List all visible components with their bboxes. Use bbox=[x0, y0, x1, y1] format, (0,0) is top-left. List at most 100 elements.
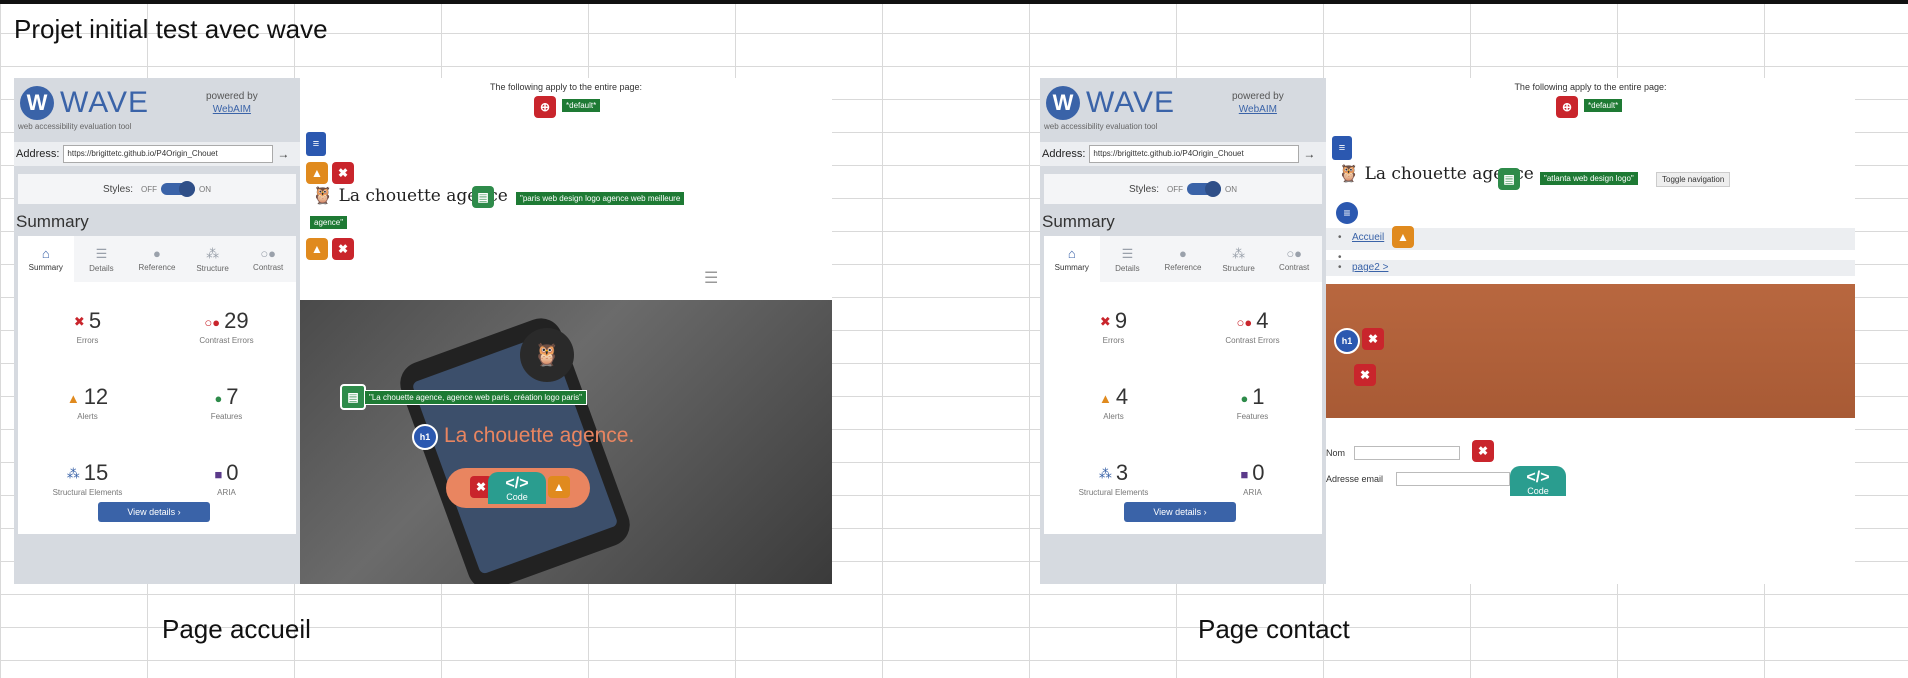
contrast-icon: ○● bbox=[1286, 246, 1303, 261]
info-icon: ● bbox=[153, 246, 161, 261]
feature-icon: ● bbox=[214, 390, 223, 406]
alert-icon[interactable]: ▲ bbox=[548, 476, 570, 498]
powered-by-text: powered by bbox=[206, 91, 258, 102]
tab-summary[interactable]: ⌂ Summary bbox=[18, 236, 74, 282]
tab-details[interactable]: ☰ Details bbox=[1100, 236, 1156, 282]
apply-text: The following apply to the entire page: bbox=[1514, 82, 1667, 92]
input-nom[interactable] bbox=[1354, 446, 1460, 460]
styles-toggle-row: Styles: OFF ON bbox=[18, 174, 296, 204]
info-icon: ● bbox=[1179, 246, 1187, 261]
address-row: Address: https://brigittetc.github.io/P4… bbox=[14, 142, 300, 166]
wave-sidebar: W WAVE web accessibility evaluation tool… bbox=[14, 78, 300, 584]
contrast-icon: ○● bbox=[260, 246, 277, 261]
hero-alt-label: "La chouette agence, agence web paris, c… bbox=[364, 390, 587, 405]
address-label: Address: bbox=[16, 148, 60, 160]
document-icon[interactable]: ≡ bbox=[1332, 136, 1352, 160]
wave-tabs: ⌂ Summary ☰ Details ● Reference ⁂ Structure … bbox=[1044, 236, 1322, 282]
styles-off: OFF bbox=[141, 184, 157, 194]
summary-title: Summary bbox=[1042, 212, 1115, 231]
h1-badge[interactable]: h1 bbox=[412, 424, 438, 450]
document-icon[interactable]: ≡ bbox=[306, 132, 326, 156]
structure-icon: ⁂ bbox=[206, 245, 220, 261]
sheet-title: Projet initial test avec wave bbox=[14, 14, 328, 44]
tab-summary[interactable]: ⌂ Summary bbox=[1044, 236, 1100, 282]
bullet: • bbox=[1338, 232, 1342, 243]
address-row: Address: https://brigittetc.github.io/P4… bbox=[1040, 142, 1326, 166]
tab-structure[interactable]: ⁂ Structure bbox=[185, 236, 241, 282]
stat-label: Alerts bbox=[77, 412, 98, 421]
label-error-icon[interactable]: ✖ bbox=[1472, 440, 1494, 462]
alert-icon[interactable]: ▲ bbox=[1392, 226, 1414, 248]
wave-subtitle: web accessibility evaluation tool bbox=[18, 122, 132, 131]
error-icon[interactable]: ✖ bbox=[1354, 364, 1376, 386]
owl-logo-icon: 🦉 bbox=[520, 328, 574, 382]
list-icon[interactable]: ≡ bbox=[1336, 202, 1358, 224]
tab-details[interactable]: ☰ Details bbox=[74, 236, 130, 282]
styles-off: OFF bbox=[1167, 184, 1183, 194]
alt-text-icon[interactable]: ▤ bbox=[340, 384, 366, 410]
alt-text-label: "atlanta web design logo" bbox=[1540, 172, 1638, 185]
styles-toggle[interactable] bbox=[1187, 181, 1221, 197]
wave-subtitle: web accessibility evaluation tool bbox=[1044, 122, 1158, 131]
webaim-link[interactable]: WebAIM bbox=[1232, 103, 1284, 116]
language-error-icon[interactable]: ⊕ bbox=[534, 96, 556, 118]
h1-badge[interactable]: h1 bbox=[1334, 328, 1360, 354]
wave-screenshot-accueil: W WAVE web accessibility evaluation tool… bbox=[14, 78, 832, 584]
address-input[interactable]: https://brigittetc.github.io/P4Origin_Ch… bbox=[63, 145, 274, 163]
address-input[interactable]: https://brigittetc.github.io/P4Origin_Ch… bbox=[1089, 145, 1300, 163]
stat-value: 15 bbox=[83, 460, 109, 485]
stat-value: 29 bbox=[224, 308, 249, 333]
error-icon[interactable]: ✖ bbox=[332, 162, 354, 184]
alert-icon[interactable]: ▲ bbox=[306, 162, 328, 184]
stat-label: Errors bbox=[76, 336, 99, 345]
summary-stats: ✖ 9 Errors ○● 4 Contrast Errors ▲ 4 Alerts … bbox=[1044, 282, 1322, 534]
code-label: Code bbox=[1527, 486, 1549, 496]
toggle-navigation-button[interactable]: Toggle navigation bbox=[1656, 172, 1731, 187]
tab-reference[interactable]: ● Reference bbox=[1155, 236, 1211, 282]
styles-label: Styles: bbox=[1128, 183, 1159, 195]
stat-features: ● 7 Features bbox=[157, 372, 296, 444]
stat-value: 9 bbox=[1114, 308, 1128, 333]
tab-label: Contrast bbox=[1279, 263, 1310, 272]
hamburger-icon[interactable]: ☰ bbox=[704, 268, 718, 288]
code-toggle-button[interactable]: </> Code bbox=[1510, 466, 1566, 496]
error-icon: ✖ bbox=[73, 314, 85, 330]
address-label: Address: bbox=[1042, 148, 1086, 160]
error-icon[interactable]: ✖ bbox=[1362, 328, 1384, 350]
nav-link-accueil[interactable]: Accueil bbox=[1352, 232, 1384, 243]
stat-value: 0 bbox=[226, 460, 239, 485]
styles-toggle[interactable] bbox=[161, 181, 195, 197]
language-error-icon[interactable]: ⊕ bbox=[1556, 96, 1578, 118]
structure-icon: ⁂ bbox=[1232, 245, 1246, 261]
view-details-button[interactable]: View details › bbox=[1124, 502, 1236, 522]
nav-link-page2[interactable]: page2 > bbox=[1352, 262, 1388, 273]
code-label: Code bbox=[506, 492, 528, 502]
tab-structure[interactable]: ⁂ Structure bbox=[1211, 236, 1267, 282]
input-email[interactable] bbox=[1396, 472, 1510, 486]
webaim-link[interactable]: WebAIM bbox=[206, 103, 258, 116]
view-details-button[interactable]: View details › bbox=[98, 502, 210, 522]
alert-icon[interactable]: ▲ bbox=[306, 238, 328, 260]
owl-icon: 🦉 bbox=[312, 186, 339, 206]
default-label: *default* bbox=[1584, 99, 1623, 112]
stat-alerts: ▲ 4 Alerts bbox=[1044, 372, 1183, 444]
go-arrow-icon[interactable]: → bbox=[277, 147, 289, 161]
code-toggle-button[interactable]: </> Code bbox=[488, 472, 546, 504]
powered-by: powered by WebAIM bbox=[1232, 90, 1284, 116]
alt-text-icon[interactable]: ▤ bbox=[472, 186, 494, 208]
tab-contrast[interactable]: ○● Contrast bbox=[1266, 236, 1322, 282]
tab-contrast[interactable]: ○● Contrast bbox=[240, 236, 296, 282]
stat-errors: ✖ 5 Errors bbox=[18, 296, 157, 368]
feature-icon: ● bbox=[1240, 390, 1249, 406]
hero-title: La chouette agence. bbox=[444, 424, 635, 447]
stat-value: 4 bbox=[1256, 308, 1269, 333]
stat-label: Contrast Errors bbox=[199, 336, 254, 345]
stat-label: Alerts bbox=[1103, 412, 1124, 421]
go-arrow-icon[interactable]: → bbox=[1303, 147, 1315, 161]
tab-reference[interactable]: ● Reference bbox=[129, 236, 185, 282]
tab-label: Reference bbox=[1164, 263, 1202, 272]
alt-text-icon[interactable]: ▤ bbox=[1498, 168, 1520, 190]
wave-w-icon: W bbox=[20, 86, 54, 120]
error-icon[interactable]: ✖ bbox=[332, 238, 354, 260]
tab-label: Reference bbox=[138, 263, 176, 272]
